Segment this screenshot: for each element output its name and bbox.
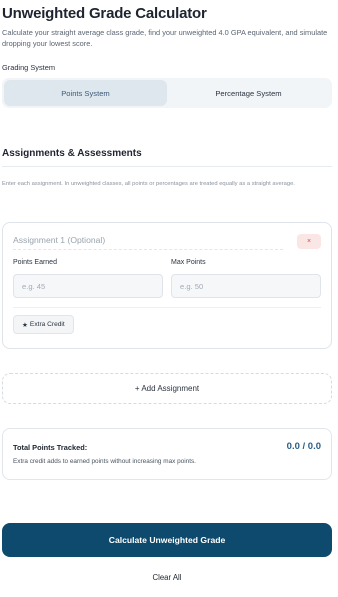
extra-credit-note: Extra credit adds to earned points witho…	[13, 458, 196, 465]
star-icon: ★	[22, 321, 28, 329]
card-divider	[13, 307, 321, 308]
remove-assignment-button[interactable]: ×	[297, 234, 321, 249]
assignments-hint: Enter each assignment. In unweighted cla…	[2, 181, 295, 187]
page-subtitle: Calculate your straight average class gr…	[2, 28, 328, 48]
extra-credit-button[interactable]: ★ Extra Credit	[13, 315, 74, 334]
total-points-label: Total Points Tracked:	[13, 443, 88, 452]
grading-system-label: Grading System	[2, 63, 55, 72]
extra-credit-label: Extra Credit	[29, 321, 65, 328]
grading-system-toggle: Points System Percentage System	[2, 78, 332, 108]
max-points-label: Max Points	[171, 259, 206, 266]
section-divider	[2, 166, 332, 167]
totals-card: Total Points Tracked: 0.0 / 0.0 Extra cr…	[2, 428, 332, 480]
assignment-name-input[interactable]: Assignment 1 (Optional)	[13, 235, 283, 250]
assignments-heading: Assignments & Assessments	[2, 148, 142, 159]
clear-all-button[interactable]: Clear All	[0, 573, 334, 582]
assignment-card: Assignment 1 (Optional) × Points Earned …	[2, 222, 332, 349]
points-system-option[interactable]: Points System	[4, 80, 167, 106]
points-earned-input[interactable]: e.g. 45	[13, 274, 163, 298]
total-points-value: 0.0 / 0.0	[286, 441, 321, 452]
max-points-input[interactable]: e.g. 50	[171, 274, 321, 298]
close-icon: ×	[306, 238, 312, 245]
calculate-button[interactable]: Calculate Unweighted Grade	[2, 523, 332, 557]
add-assignment-button[interactable]: + Add Assignment	[2, 373, 332, 404]
page-title: Unweighted Grade Calculator	[2, 5, 207, 22]
percentage-system-option[interactable]: Percentage System	[167, 80, 330, 106]
points-earned-label: Points Earned	[13, 259, 57, 266]
